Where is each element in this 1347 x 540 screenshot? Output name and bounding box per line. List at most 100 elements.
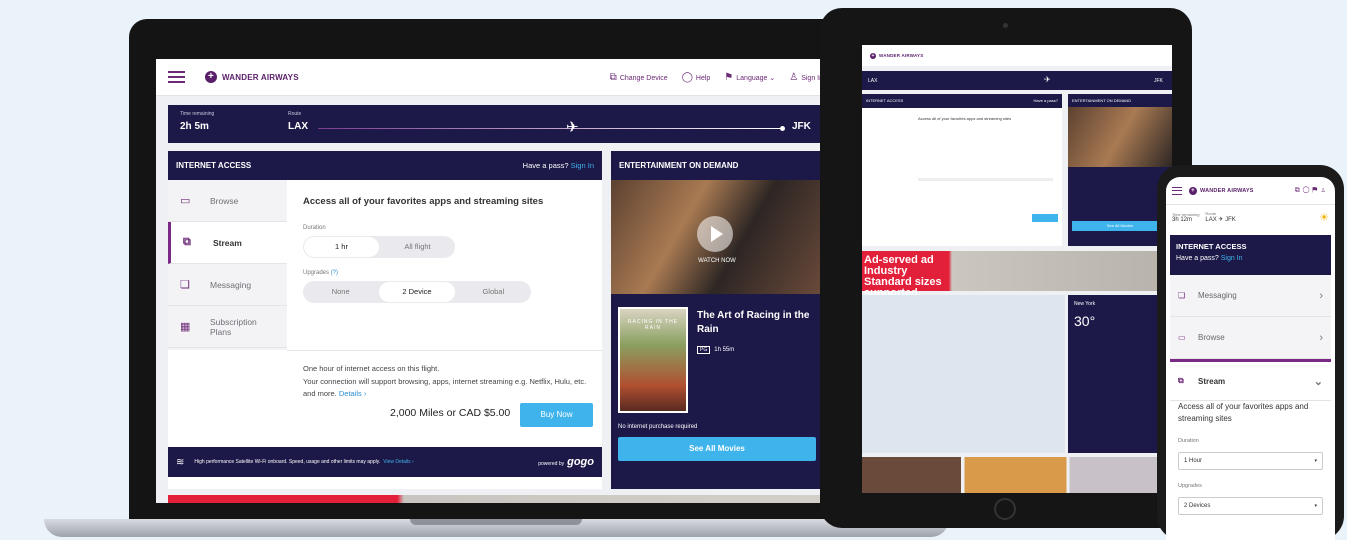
ad-strip xyxy=(168,495,823,503)
tablet-screen: + WANDER AIRWAYS LAX ✈ JFK INTERNET ACCES… xyxy=(862,45,1172,493)
phone-internet-access-header: INTERNET ACCESS Have a pass? Sign In xyxy=(1170,235,1331,275)
view-details-link[interactable]: View Details › xyxy=(383,459,413,465)
phone-row-messaging[interactable]: ❏ Messaging › xyxy=(1170,275,1331,317)
wifi-footer: ≋ High performance Satellite Wi-Fi onboa… xyxy=(168,447,602,477)
hamburger-menu-icon[interactable] xyxy=(168,71,185,83)
movie-poster[interactable]: RACING IN THE RAIN xyxy=(618,307,688,413)
chevron-right-icon: › xyxy=(1319,331,1323,344)
origin-code: LAX xyxy=(288,121,308,132)
upgrades-help-link[interactable]: (?) xyxy=(331,270,338,276)
time-remaining-value: 2h 5m xyxy=(180,121,209,132)
top-links: ⧉ Change Device ◯ Help ⚑ Language ⌄ ♙ Sign I… xyxy=(610,72,823,83)
hamburger-menu-icon[interactable] xyxy=(1172,186,1182,195)
laptop-notch xyxy=(410,519,582,525)
phone-duration-select[interactable]: 1 Hour ▾ xyxy=(1178,452,1323,470)
buy-now-button[interactable]: Buy Now xyxy=(520,403,593,427)
tablet-brand-logo[interactable]: + WANDER AIRWAYS xyxy=(870,52,923,59)
help-link[interactable]: ◯ Help xyxy=(682,72,711,83)
stream-headline: Access all of your favorites apps and st… xyxy=(303,196,544,207)
route-progress-line xyxy=(318,128,782,129)
plus-logo-icon: + xyxy=(1189,186,1197,195)
plus-logo-icon: + xyxy=(870,52,876,59)
tablet-frame: + WANDER AIRWAYS LAX ✈ JFK INTERNET ACCES… xyxy=(820,8,1192,528)
duration-label: Duration xyxy=(303,225,326,231)
menu-item-messaging[interactable]: ❏ Messaging xyxy=(168,264,287,306)
upgrade-option-global[interactable]: Global xyxy=(456,282,531,302)
stream-icon: ⧉ xyxy=(1178,376,1184,385)
movie-title[interactable]: The Art of Racing in the Rain xyxy=(697,309,817,337)
wifi-icon: ≋ xyxy=(176,456,185,468)
plan-description: One hour of internet access on this flig… xyxy=(303,364,587,398)
price-text: 2,000 Miles or CAD $5.00 xyxy=(390,407,511,419)
brand-name: WANDER AIRWAYS xyxy=(222,72,299,82)
upgrade-option-none[interactable]: None xyxy=(303,282,378,302)
tablet-internet-access-panel: INTERNET ACCESS Have a pass? Access all o… xyxy=(862,94,1062,246)
access-menu: ▭ Browse ⧉ Stream ❏ Messaging ▦ Subscription… xyxy=(168,180,287,350)
tablet-buy-button[interactable] xyxy=(1032,214,1058,222)
phone-sign-in-link[interactable]: Sign In xyxy=(1221,255,1243,262)
devices-icon: ⧉ xyxy=(609,71,617,83)
phone-nav-icons[interactable]: ⧉◯⚑♙ xyxy=(1295,187,1329,195)
calendar-icon: ▦ xyxy=(180,321,191,333)
phone-upgrades-select[interactable]: 2 Devices ▾ xyxy=(1178,497,1323,515)
tablet-ad-banner[interactable]: Ad-served ad Industry Standard sizes sup… xyxy=(862,251,1172,299)
tablet-thumbnails[interactable] xyxy=(862,457,1172,493)
tablet-home-button xyxy=(994,498,1016,520)
video-preview[interactable]: WATCH NOW xyxy=(611,180,823,294)
destination-code: JFK xyxy=(792,121,811,132)
tablet-camera xyxy=(1003,23,1008,28)
menu-item-subscription-plans[interactable]: ▦ Subscription Plans xyxy=(168,306,287,348)
entertainment-panel: ENTERTAINMENT ON DEMAND WATCH NOW RACING… xyxy=(611,151,823,489)
weather-temperature: 30° xyxy=(1074,313,1096,329)
see-all-movies-button[interactable]: See All Movies xyxy=(618,437,816,461)
sun-icon: ☀ xyxy=(1319,211,1329,224)
phone-stream-details: Access all of your favorites apps and st… xyxy=(1170,401,1331,515)
no-internet-note: No internet purchase required xyxy=(618,424,698,430)
sign-in-link[interactable]: ♙ Sign In xyxy=(789,72,823,83)
pass-sign-in-link[interactable]: Sign In xyxy=(571,161,594,170)
phone-row-stream[interactable]: ⧉ Stream ⌄ xyxy=(1170,359,1331,401)
messaging-icon: ❏ xyxy=(180,279,190,291)
dropdown-arrow-icon: ▾ xyxy=(1314,458,1317,464)
tablet-video-preview[interactable] xyxy=(1068,107,1172,167)
play-icon[interactable] xyxy=(697,216,733,252)
internet-access-title: INTERNET ACCESS xyxy=(176,161,252,170)
upgrade-option-2-device[interactable]: 2 Device xyxy=(379,282,455,302)
flag-icon: ⚑ xyxy=(724,71,734,83)
messaging-icon: ❏ xyxy=(1178,291,1186,300)
user-icon: ♙ xyxy=(789,71,799,83)
duration-option-all-flight[interactable]: All flight xyxy=(380,237,455,257)
airplane-icon: ✈ xyxy=(1044,75,1051,84)
phone-frame: + WANDER AIRWAYS ⧉◯⚑♙ Time remaining 3h 12… xyxy=(1157,165,1344,540)
upgrades-label: Upgrades (?) xyxy=(303,270,339,276)
phone-row-browse[interactable]: ▭ Browse › xyxy=(1170,317,1331,359)
change-device-link[interactable]: ⧉ Change Device xyxy=(610,72,668,83)
upgrades-toggle: None 2 Device Global xyxy=(303,281,531,303)
brand-logo[interactable]: + WANDER AIRWAYS xyxy=(205,71,299,83)
internet-access-header: INTERNET ACCESS Have a pass? Sign In xyxy=(168,151,602,180)
tablet-flight-map[interactable] xyxy=(862,295,1065,453)
dropdown-arrow-icon: ▾ xyxy=(1314,503,1317,509)
poster-title-text: RACING IN THE RAIN xyxy=(627,319,679,331)
movie-meta: PG 1h 55m xyxy=(697,346,734,354)
duration-option-1hr[interactable]: 1 hr xyxy=(304,237,379,257)
phone-brand-logo[interactable]: + WANDER AIRWAYS xyxy=(1189,186,1254,195)
rating-badge: PG xyxy=(697,346,711,354)
destination-dot xyxy=(780,126,785,131)
laptop-frame: + WANDER AIRWAYS ⧉ Change Device ◯ Help ⚑ L… xyxy=(129,19,863,519)
language-dropdown[interactable]: ⚑ Language ⌄ xyxy=(724,72,775,83)
browse-icon: ▭ xyxy=(1178,333,1186,342)
menu-item-stream[interactable]: ⧉ Stream xyxy=(168,222,287,264)
watch-now-label: WATCH NOW xyxy=(698,258,736,264)
top-navbar: + WANDER AIRWAYS ⧉ Change Device ◯ Help ⚑ L… xyxy=(156,59,835,96)
chevron-right-icon: › xyxy=(1319,289,1323,302)
phone-route-bar: Time remaining 3h 12m Route LAX ✈ JFK ☀ xyxy=(1172,211,1329,224)
route-label: Route xyxy=(288,111,302,117)
stream-details: Access all of your favorites apps and st… xyxy=(303,196,593,303)
details-link[interactable]: Details › xyxy=(339,389,367,398)
laptop-screen: + WANDER AIRWAYS ⧉ Change Device ◯ Help ⚑ L… xyxy=(156,59,835,503)
tablet-route-bar: LAX ✈ JFK xyxy=(862,71,1172,90)
menu-item-browse[interactable]: ▭ Browse xyxy=(168,180,287,222)
chevron-down-icon: ⌄ xyxy=(1313,375,1323,388)
chat-icon: ◯ xyxy=(681,71,693,83)
